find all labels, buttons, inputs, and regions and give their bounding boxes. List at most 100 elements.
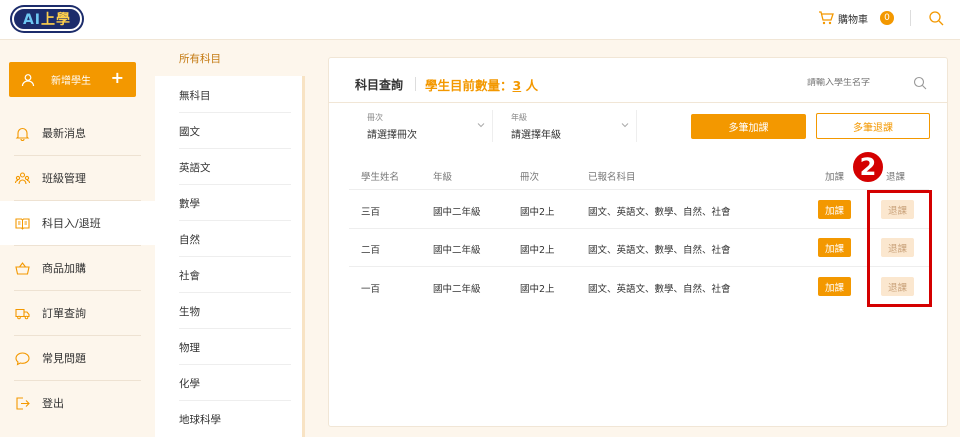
subject-label: 生物 [179,305,200,318]
add-student-label: 新增學生 [51,76,91,87]
volume-select-label: 冊次 [367,113,383,122]
student-search [807,74,927,92]
student-name: 二百 [361,245,381,256]
add-course-button[interactable]: 加課 [818,277,851,296]
subject-item[interactable]: 自然 [155,221,305,257]
sidebar-item-label: 常見問題 [42,352,86,365]
volume-select[interactable]: 冊次 請選擇冊次 [353,110,493,142]
column-header-drop: 退課 [886,172,906,183]
column-header-volume: 冊次 [520,172,540,183]
bulk-add-button[interactable]: 多筆加課 [691,114,806,139]
grade-select-value: 請選擇年級 [511,130,561,141]
sidebar-item-shop[interactable]: 商品加購 [0,246,155,290]
subject-list: 所有科目 無科目 國文 英語文 數學 自然 社會 生物 物理 化學 地球科學 [155,40,305,437]
search-icon[interactable] [928,10,944,26]
subject-item-all[interactable]: 所有科目 [155,40,305,76]
subject-label: 自然 [179,233,200,246]
cart-button[interactable]: 購物車 0 [818,10,894,26]
search-icon[interactable] [913,76,927,90]
subject-item[interactable]: 地球科學 [155,401,305,437]
group-icon [15,171,30,184]
column-header-add: 加課 [825,172,845,183]
divider [329,102,947,103]
basket-icon [15,261,30,275]
column-header-name: 學生姓名 [361,172,400,183]
sidebar-item-label: 最新消息 [42,127,86,140]
subject-item[interactable]: 社會 [155,257,305,293]
sidebar-item-label: 科目入/退班 [42,217,101,230]
page-title: 科目查詢 [355,78,404,92]
grade-select-label: 年級 [511,113,527,122]
column-header-subjects: 已報名科目 [588,172,636,183]
book-icon [15,217,30,230]
bulk-drop-button[interactable]: 多筆退課 [816,113,930,139]
logo[interactable]: AI上學 [12,7,82,31]
student-name: 一百 [361,284,381,295]
add-course-button[interactable]: 加課 [818,200,851,219]
sidebar-item-label: 商品加購 [42,262,86,275]
subject-label: 社會 [179,269,200,282]
sidebar-item-course-enroll[interactable]: 科目入/退班 [0,201,155,245]
top-bar: AI上學 購物車 0 [0,0,960,40]
subject-label: 數學 [179,197,200,210]
volume-select-value: 請選擇冊次 [367,130,417,141]
chevron-down-icon [621,123,629,128]
subject-label: 英語文 [179,161,211,174]
student-grade: 國中二年級 [433,284,481,295]
drop-column-highlight [867,190,932,307]
student-subjects: 國文、英語文、數學、自然、社會 [588,284,731,295]
student-volume: 國中2上 [520,245,555,256]
student-volume: 國中2上 [520,207,555,218]
user-icon [21,73,35,86]
divider [349,228,929,229]
divider [349,266,929,267]
add-student-button[interactable]: 新增學生 + [9,62,136,97]
subject-item[interactable]: 化學 [155,365,305,401]
student-volume: 國中2上 [520,284,555,295]
subject-label: 化學 [179,377,200,390]
plus-icon: + [110,68,124,87]
truck-icon [15,308,30,319]
chevron-down-icon [477,123,485,128]
header-divider [910,10,911,26]
student-search-input[interactable] [807,78,897,88]
sidebar-item-label: 登出 [42,397,64,410]
subject-label: 物理 [179,341,200,354]
cart-label: 購物車 [838,14,868,26]
sidebar-item-orders[interactable]: 訂單查詢 [0,291,155,335]
student-subjects: 國文、英語文、數學、自然、社會 [588,207,731,218]
step-number-badge: 2 [851,150,885,184]
sidebar-item-class[interactable]: 班級管理 [0,156,155,200]
sidebar-item-label: 訂單查詢 [42,307,86,320]
chat-bubble-icon [15,351,30,366]
subject-item[interactable]: 國文 [155,113,305,149]
sidebar-item-faq[interactable]: 常見問題 [0,336,155,380]
divider [415,77,416,91]
subject-label: 國文 [179,125,200,138]
subject-item[interactable]: 無科目 [155,77,305,113]
student-count-prefix: 學生目前數量： [425,78,513,93]
subject-label: 所有科目 [179,52,221,65]
subject-item[interactable]: 物理 [155,329,305,365]
cart-count-badge: 0 [880,11,894,25]
grade-select[interactable]: 年級 請選擇年級 [497,110,637,142]
student-count-value: 3 [512,78,522,93]
subject-item[interactable]: 英語文 [155,149,305,185]
bell-icon [15,127,30,141]
student-count: 學生目前數量：3 人 [425,75,538,94]
subject-label: 地球科學 [179,413,221,426]
student-subjects: 國文、英語文、數學、自然、社會 [588,245,731,256]
student-count-suffix: 人 [521,78,539,93]
logout-icon [16,396,30,410]
subject-item[interactable]: 數學 [155,185,305,221]
sidebar-item-label: 班級管理 [42,172,86,185]
subject-item[interactable]: 生物 [155,293,305,329]
sidebar-item-news[interactable]: 最新消息 [0,111,155,155]
logo-text: AI上學 [22,12,72,28]
sidebar: 新增學生 + 最新消息 班級管理 科目入/退班 商品加購 訂單查詢 常見問題 登… [0,40,155,437]
add-course-button[interactable]: 加課 [818,238,851,257]
course-query-panel: 科目查詢 學生目前數量：3 人 冊次 請選擇冊次 年級 請選擇年級 多筆加課 多… [328,57,948,427]
sidebar-item-logout[interactable]: 登出 [0,381,155,425]
student-grade: 國中二年級 [433,207,481,218]
cart-icon [819,11,834,25]
